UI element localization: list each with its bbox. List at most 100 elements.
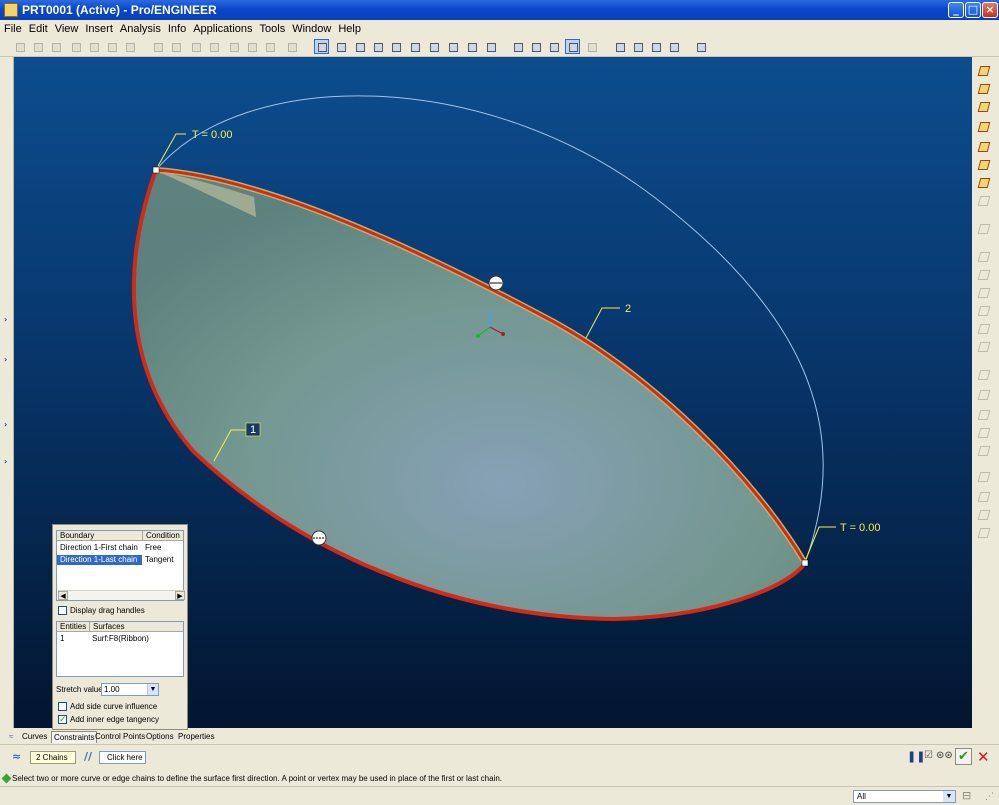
saved-views-icon[interactable] [445, 39, 460, 54]
sweep-tool-icon[interactable] [976, 387, 993, 404]
menu-info[interactable]: Info [168, 23, 186, 35]
display-drag-handles-checkbox[interactable] [58, 606, 67, 615]
chevron-down-icon[interactable]: ▼ [943, 791, 955, 802]
boundary-row-1-condition[interactable]: Free [142, 543, 185, 553]
preview-checkbox-icon[interactable]: ☑ [924, 750, 933, 761]
layers-icon[interactable] [464, 39, 479, 54]
chamfer-tool-icon[interactable] [976, 321, 993, 338]
zoom-out-icon[interactable] [388, 39, 403, 54]
pattern-tool-icon[interactable] [976, 525, 993, 542]
boundary-row-2-name[interactable]: Direction 1-Last chain [57, 555, 142, 565]
send-mail-icon[interactable] [68, 39, 83, 54]
menu-view[interactable]: View [55, 23, 79, 35]
second-direction-collector[interactable]: Click here t [99, 751, 146, 764]
t-end-label[interactable]: T = 0.00 [840, 522, 880, 534]
minimize-button[interactable]: _ [948, 2, 964, 18]
print-icon[interactable] [86, 39, 101, 54]
lock-icon[interactable]: ⊟ [962, 789, 971, 802]
shading-icon[interactable] [565, 39, 580, 54]
hidden-line-icon[interactable] [528, 39, 543, 54]
expand-arrow-icon[interactable]: › [4, 355, 7, 364]
variable-sweep-tool-icon[interactable] [976, 443, 993, 460]
boundary-blend-tool-icon[interactable] [976, 425, 993, 442]
coordinate-systems-icon[interactable] [666, 39, 681, 54]
menu-file[interactable]: File [4, 23, 22, 35]
scroll-left-icon[interactable]: ◀ [58, 591, 68, 600]
tab-curves[interactable]: Curves [20, 731, 49, 743]
entity-row-surface[interactable]: Surf:F8(Ribbon) [89, 634, 185, 644]
chevron-down-icon[interactable]: ▼ [147, 684, 158, 695]
chain-1-label[interactable]: 1 [250, 424, 256, 436]
datum-axes-icon[interactable] [630, 39, 645, 54]
blend-tool-icon[interactable] [976, 407, 993, 424]
datum-planes-icon[interactable] [612, 39, 627, 54]
chain-2-label[interactable]: 2 [625, 303, 631, 315]
regenerate-icon[interactable] [244, 39, 259, 54]
new-file-icon[interactable] [12, 39, 27, 54]
find-icon[interactable] [262, 39, 277, 54]
save-icon[interactable] [48, 39, 63, 54]
menu-applications[interactable]: Applications [193, 23, 252, 35]
start-vertex[interactable] [152, 166, 160, 174]
maximize-button[interactable]: □ [965, 2, 981, 18]
first-direction-collector[interactable]: 2 Chains [30, 751, 76, 764]
extrude-tool-icon[interactable] [976, 339, 993, 356]
boundary-row-1-name[interactable]: Direction 1-First chain [57, 543, 142, 553]
first-direction-icon[interactable]: ≈ [12, 750, 21, 763]
pause-icon[interactable]: ❚❚ [907, 750, 925, 763]
datum-points-icon[interactable] [648, 39, 663, 54]
inner-edge-tangency-checkbox[interactable] [58, 714, 67, 725]
shell-tool-icon[interactable] [976, 249, 993, 266]
menu-insert[interactable]: Insert [85, 23, 113, 35]
copy-icon[interactable] [104, 39, 119, 54]
mirror-tool-icon[interactable] [976, 469, 993, 486]
no-hidden-icon[interactable] [546, 39, 561, 54]
sketch-tool-icon[interactable] [976, 63, 993, 80]
draft-tool-icon[interactable] [976, 285, 993, 302]
paste-special-icon[interactable] [206, 39, 221, 54]
point-tool-icon[interactable] [976, 139, 993, 156]
menu-tools[interactable]: Tools [260, 23, 286, 35]
horizontal-scrollbar[interactable]: ◀ ▶ [58, 590, 185, 600]
undo-icon[interactable] [150, 39, 165, 54]
expand-arrow-icon[interactable]: › [4, 420, 7, 429]
model-tree-icon[interactable] [584, 39, 599, 54]
reorient-icon[interactable] [426, 39, 441, 54]
entity-row-number[interactable]: 1 [57, 634, 89, 644]
side-curve-influence-checkbox[interactable] [58, 702, 67, 711]
wireframe-icon[interactable] [510, 39, 525, 54]
second-direction-icon[interactable]: // [84, 750, 92, 763]
tab-properties[interactable]: Properties [176, 731, 216, 743]
expand-arrow-icon[interactable]: › [4, 457, 7, 466]
end-vertex[interactable] [801, 559, 809, 567]
axis-tool-icon[interactable] [976, 99, 993, 116]
boundary-row-2-condition[interactable]: Tangent [142, 555, 185, 565]
curve-tool-icon[interactable] [976, 119, 993, 136]
rib-tool-icon[interactable] [976, 267, 993, 284]
spin-center-icon[interactable] [333, 39, 348, 54]
zoom-in-icon[interactable] [370, 39, 385, 54]
merge-tool-icon[interactable] [976, 489, 993, 506]
selection-filter[interactable]: All ▼ [853, 790, 956, 803]
insert-tool-icon[interactable] [976, 193, 993, 210]
expand-arrow-icon[interactable]: › [4, 315, 7, 324]
menu-edit[interactable]: Edit [29, 23, 48, 35]
redo-icon[interactable] [168, 39, 183, 54]
stretch-value-combo[interactable]: 1.00 ▼ [101, 683, 159, 696]
revolve-tool-icon[interactable] [976, 367, 993, 384]
menu-help[interactable]: Help [338, 23, 361, 35]
hole-tool-icon[interactable] [976, 221, 993, 238]
round-tool-icon[interactable] [976, 303, 993, 320]
refit-icon[interactable] [407, 39, 422, 54]
paste-icon[interactable] [188, 39, 203, 54]
context-help-icon[interactable] [693, 39, 708, 54]
close-button[interactable]: × [982, 2, 998, 18]
view-manager-icon[interactable] [483, 39, 498, 54]
orient-mode-icon[interactable] [352, 39, 367, 54]
t-start-label[interactable]: T = 0.00 [192, 129, 232, 141]
trim-tool-icon[interactable] [976, 507, 993, 524]
scroll-right-icon[interactable]: ▶ [175, 591, 185, 600]
cancel-x-icon[interactable]: ✕ [977, 748, 990, 766]
repaint-icon[interactable] [314, 39, 329, 54]
tab-options[interactable]: Options [144, 731, 176, 743]
